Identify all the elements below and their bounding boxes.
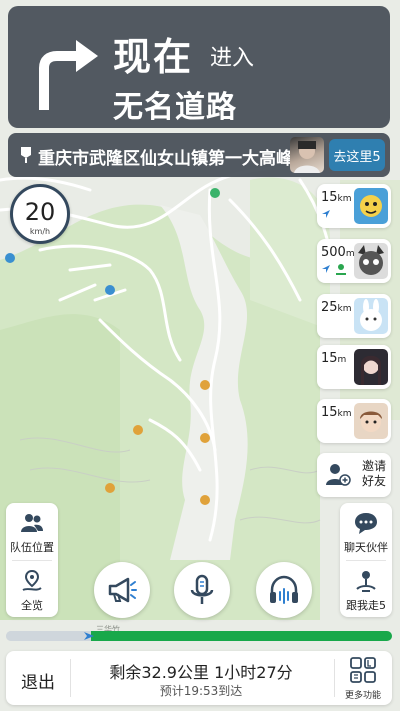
chat-button[interactable]: 聊天伙伴 [340,503,392,559]
team-member-distance: 15m [321,351,347,366]
speed-unit: km/h [29,227,51,236]
destination-flag-icon [21,147,31,163]
follow-me-button[interactable]: 跟我走5 [340,561,392,617]
invite-friends-label: 邀请好友 [361,459,386,488]
team-member-distance: 25km [321,300,352,315]
trip-eta: 预计19:53到达 [159,684,243,698]
team-position-label: 队伍位置 [10,541,54,554]
speed-value: 20 [24,198,56,226]
headphones-icon [270,575,298,604]
avatar [354,188,388,224]
team-icon [21,514,43,532]
team-position-button[interactable]: 队伍位置 [6,503,58,559]
overview-button[interactable]: 全览 [6,561,58,617]
destination-name: 重庆市武隆区仙女山镇第一大高峰 [38,149,293,169]
route-progress-completed [6,631,91,641]
location-follow-icon [356,571,376,592]
turn-right-arrow-icon [39,40,98,110]
team-member-card[interactable]: 500m [317,239,391,283]
team-member-card[interactable]: 15m [317,345,391,389]
avatar [354,403,388,439]
route-overview-icon [22,569,42,591]
overview-label: 全览 [21,599,43,612]
chat-label: 聊天伙伴 [344,541,388,554]
team-member-distance: 15km [321,405,352,420]
more-functions-label: 更多功能 [344,691,381,701]
navigation-instruction-banner: 现在 进入 无名道路 [8,6,390,128]
speed-indicator: 20 km/h [10,184,70,244]
nav-action-suffix: 进入 [210,46,255,71]
left-tools-panel: 队伍位置 全览 [6,503,58,617]
navigate-arrow-icon [322,210,330,218]
invite-friends-button[interactable]: 邀请好友 [317,453,391,497]
avatar [354,349,388,385]
team-follow-icon [336,264,346,275]
navigate-arrow-icon [322,265,330,273]
more-functions-icon [350,657,376,683]
microphone-button[interactable] [174,562,230,618]
follow-me-label: 跟我走5 [346,599,386,612]
trip-summary-bar: 退出 剩余32.9公里 1小时27分 预计19:53到达 更多功能 [6,651,392,705]
exit-label: 退出 [21,673,55,693]
go-here-button[interactable]: 去这里5 [329,139,385,171]
trip-info: 剩余32.9公里 1小时27分 预计19:53到达 [70,651,332,705]
go-here-label: 去这里5 [333,150,381,165]
microphone-icon [190,574,214,604]
team-member-card[interactable]: 15km [317,184,391,228]
megaphone-icon [108,577,137,603]
headphones-button[interactable] [256,562,312,618]
team-member-card[interactable]: 25km [317,294,391,338]
exit-navigation-button[interactable]: 退出 [6,651,70,705]
route-progress-remaining [91,631,392,641]
megaphone-button[interactable] [94,562,150,618]
chat-bubble-icon [355,513,377,534]
right-tools-panel: 聊天伙伴 跟我走5 [340,503,392,617]
route-progress-bar [6,631,392,641]
trip-remaining: 剩余32.9公里 1小时27分 [109,663,293,682]
team-member-distance: 500m [321,245,355,260]
nav-action: 现在 [113,35,194,79]
destination-bar: 重庆市武隆区仙女山镇第一大高峰 去这里5 [8,133,390,177]
avatar [354,243,388,279]
add-user-icon [326,464,351,486]
nav-road-name: 无名道路 [113,90,237,125]
avatar [290,137,324,173]
avatar [354,298,388,334]
more-functions-button[interactable]: 更多功能 [334,651,392,705]
current-position-arrow-icon [84,632,94,640]
team-member-card[interactable]: 15km [317,399,391,443]
team-member-distance: 15km [321,190,352,205]
